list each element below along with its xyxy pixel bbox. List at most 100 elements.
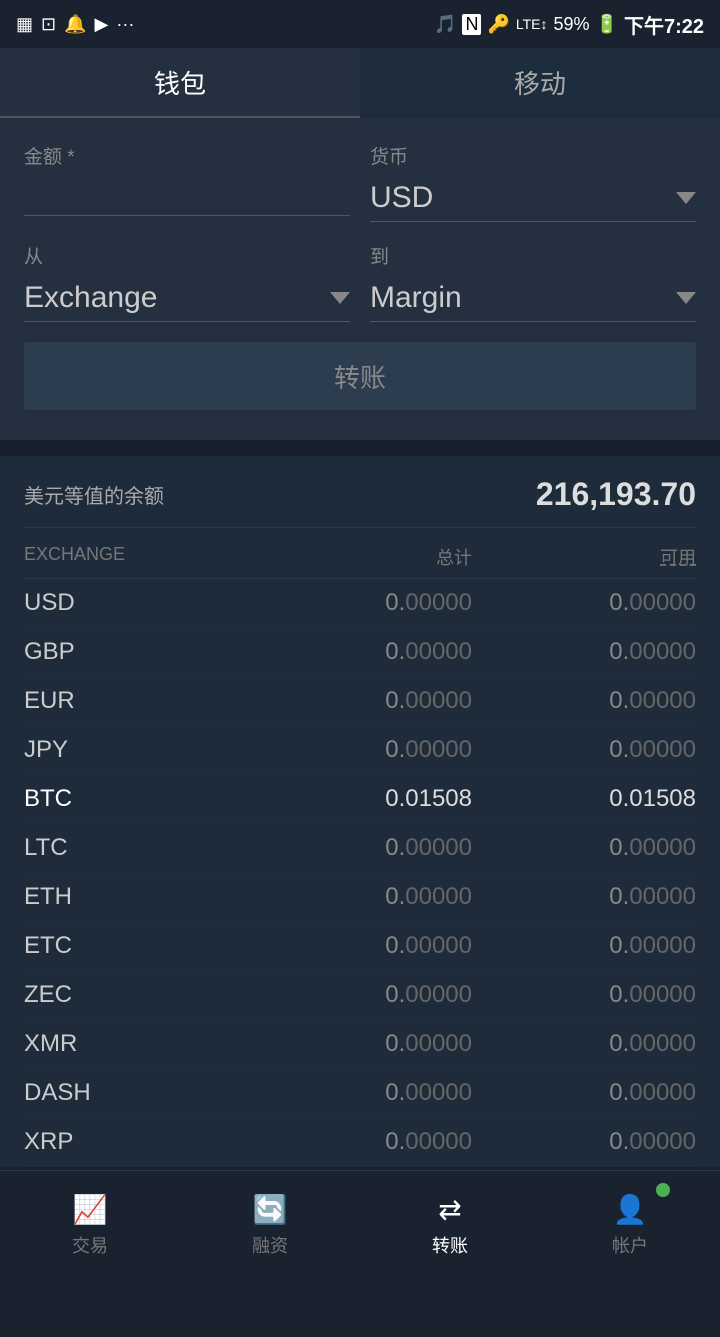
td-total-JPY: 0.00000	[248, 736, 472, 764]
nav-transfer-label: 转账	[432, 1232, 468, 1258]
app-icon: ⊡	[41, 14, 56, 35]
table-row: JPY 0.00000 0.00000	[24, 726, 696, 775]
td-total-ETC: 0.00000	[248, 932, 472, 960]
currency-field: 货币 USD	[370, 142, 696, 222]
currency-select[interactable]: USD	[370, 175, 696, 222]
nav-item-funding[interactable]: 🔄 融资	[180, 1171, 360, 1280]
balance-row: 美元等值的余额 216,193.70	[24, 476, 696, 528]
form-row-top: 金额 * 货币 USD	[24, 142, 696, 222]
td-currency-EUR: EUR	[24, 687, 248, 715]
table-row: XMR 0.00000 0.00000	[24, 1020, 696, 1069]
table-row: DASH 0.00000 0.00000	[24, 1069, 696, 1118]
td-total-ZEC: 0.00000	[248, 981, 472, 1009]
td-currency-ETC: ETC	[24, 932, 248, 960]
from-label: 从	[24, 242, 350, 269]
currency-label: 货币	[370, 142, 696, 169]
from-field: 从 Exchange	[24, 242, 350, 322]
play-icon: ▶	[95, 14, 109, 35]
td-currency-BTC: BTC	[24, 785, 248, 813]
time-display: 下午7:22	[624, 10, 704, 39]
td-available-GBP: 0.00000	[472, 638, 696, 666]
to-value: Margin	[370, 281, 462, 315]
to-select[interactable]: Margin	[370, 275, 696, 322]
table-row: BTC 0.01508 0.01508	[24, 775, 696, 824]
td-total-GBP: 0.00000	[248, 638, 472, 666]
table-row: GBP 0.00000 0.00000	[24, 628, 696, 677]
table-rows: USD 0.00000 0.00000 GBP 0.00000 0.00000 …	[24, 579, 696, 1167]
tab-move-label: 移动	[514, 64, 566, 101]
amount-input[interactable]	[24, 175, 350, 216]
from-value: Exchange	[24, 281, 157, 315]
nav-account-label: 帐户	[612, 1232, 648, 1258]
td-available-EUR: 0.00000	[472, 687, 696, 715]
td-total-XRP: 0.00000	[248, 1128, 472, 1156]
to-chevron-icon	[676, 292, 696, 304]
bluetooth-icon: 🎵	[434, 14, 456, 35]
funding-icon: 🔄	[253, 1193, 288, 1226]
td-available-ETC: 0.00000	[472, 932, 696, 960]
amount-field: 金额 *	[24, 142, 350, 216]
battery-percent: 59%	[554, 14, 590, 35]
table-row: LTC 0.00000 0.00000	[24, 824, 696, 873]
currency-value: USD	[370, 181, 433, 215]
notification-icon: 🔔	[64, 14, 86, 35]
th-available: 可用	[472, 544, 696, 570]
td-total-DASH: 0.00000	[248, 1079, 472, 1107]
nav-item-transfer[interactable]: ⇄ 转账	[360, 1171, 540, 1280]
transfer-icon: ⇄	[438, 1193, 461, 1226]
battery-icon: 🔋	[596, 14, 618, 35]
balance-label: 美元等值的余额	[24, 480, 164, 509]
table-row: XRP 0.00000 0.00000	[24, 1118, 696, 1167]
status-left-icons: ▦ ⊡ 🔔 ▶ ···	[16, 14, 134, 35]
th-currency: EXCHANGE	[24, 544, 248, 570]
th-total: 总计	[248, 544, 472, 570]
table-header: EXCHANGE 总计 可用	[24, 528, 696, 579]
td-available-ZEC: 0.00000	[472, 981, 696, 1009]
td-currency-XRP: XRP	[24, 1128, 248, 1156]
to-field: 到 Margin	[370, 242, 696, 322]
table-row: USD 0.00000 0.00000	[24, 579, 696, 628]
transfer-form: 金额 * 货币 USD 从 Exchange	[0, 118, 720, 440]
td-available-BTC: 0.01508	[472, 785, 696, 813]
key-icon: 🔑	[487, 14, 509, 35]
td-currency-ZEC: ZEC	[24, 981, 248, 1009]
bottom-nav: 📈 交易 🔄 融资 ⇄ 转账 👤 帐户	[0, 1170, 720, 1280]
online-status-dot	[656, 1183, 670, 1197]
td-available-XMR: 0.00000	[472, 1030, 696, 1058]
content-area: 钱包 移动 金额 * 货币 USD 从	[0, 48, 720, 1337]
td-total-LTC: 0.00000	[248, 834, 472, 862]
nav-trading-label: 交易	[72, 1232, 108, 1258]
td-available-DASH: 0.00000	[472, 1079, 696, 1107]
td-total-BTC: 0.01508	[248, 785, 472, 813]
more-icon: ···	[116, 14, 134, 35]
td-available-USD: 0.00000	[472, 589, 696, 617]
lte-icon: LTE↕	[516, 16, 548, 32]
nav-item-trading[interactable]: 📈 交易	[0, 1171, 180, 1280]
td-available-XRP: 0.00000	[472, 1128, 696, 1156]
tabs-container: 钱包 移动	[0, 48, 720, 118]
transfer-btn-wrap: 转账	[24, 342, 696, 410]
form-row-bottom: 从 Exchange 到 Margin	[24, 242, 696, 322]
td-total-USD: 0.00000	[248, 589, 472, 617]
to-label: 到	[370, 242, 696, 269]
transfer-button[interactable]: 转账	[24, 342, 696, 410]
td-currency-LTC: LTC	[24, 834, 248, 862]
td-available-LTC: 0.00000	[472, 834, 696, 862]
amount-label: 金额 *	[24, 142, 350, 169]
nav-item-account[interactable]: 👤 帐户	[540, 1171, 720, 1280]
from-chevron-icon	[330, 292, 350, 304]
td-currency-XMR: XMR	[24, 1030, 248, 1058]
trading-icon: 📈	[73, 1193, 108, 1226]
tab-wallet-label: 钱包	[154, 64, 206, 101]
status-bar: ▦ ⊡ 🔔 ▶ ··· 🎵 N 🔑 LTE↕ 59% 🔋 下午7:22	[0, 0, 720, 48]
from-select[interactable]: Exchange	[24, 275, 350, 322]
td-total-XMR: 0.00000	[248, 1030, 472, 1058]
tab-move[interactable]: 移动	[360, 48, 720, 118]
td-total-ETH: 0.00000	[248, 883, 472, 911]
td-available-ETH: 0.00000	[472, 883, 696, 911]
tab-wallet[interactable]: 钱包	[0, 48, 360, 118]
nfc-icon: N	[462, 14, 481, 35]
section-divider	[0, 440, 720, 456]
sim-icon: ▦	[16, 14, 33, 35]
balance-value: 216,193.70	[536, 476, 696, 513]
